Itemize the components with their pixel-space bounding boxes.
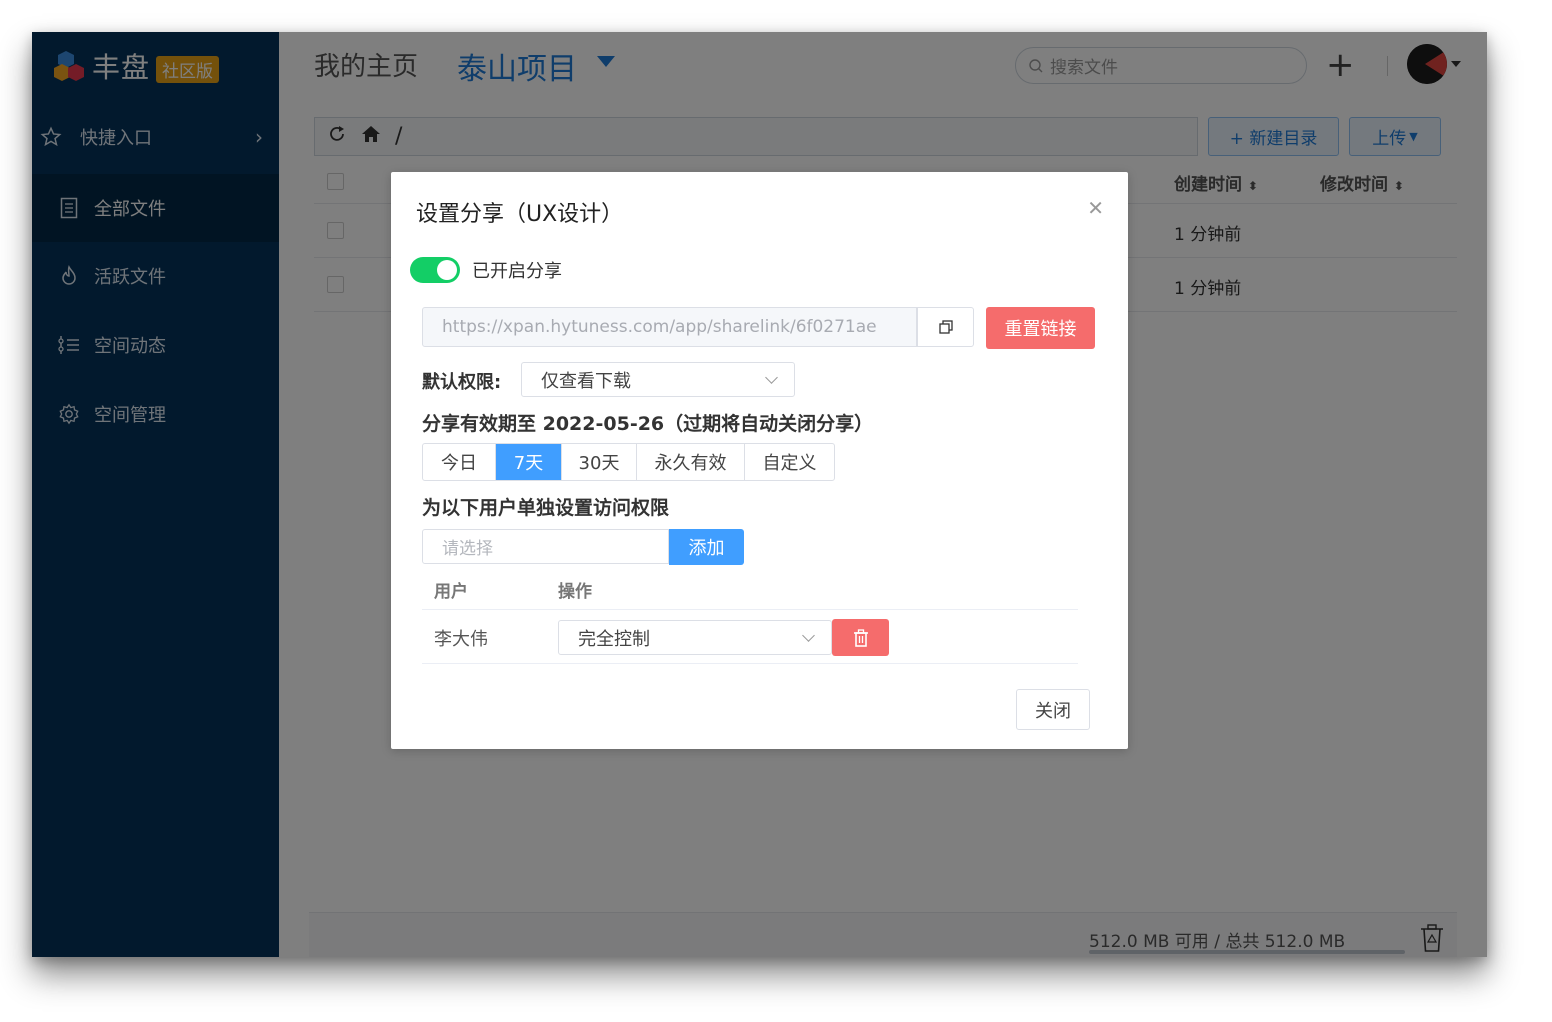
user-permission-select[interactable]: 完全控制 bbox=[558, 620, 832, 655]
action-column-header: 操作 bbox=[558, 582, 592, 602]
close-button[interactable]: 关闭 bbox=[1016, 689, 1090, 730]
chevron-down-icon bbox=[802, 629, 815, 642]
delete-user-button[interactable] bbox=[832, 619, 889, 656]
dialog-title: 设置分享（UX设计） bbox=[416, 202, 624, 227]
user-column-header: 用户 bbox=[434, 582, 468, 602]
share-toggle-label: 已开启分享 bbox=[472, 261, 562, 282]
default-permission-value: 仅查看下载 bbox=[541, 370, 631, 392]
user-permission-value: 完全控制 bbox=[578, 628, 650, 650]
share-link: https://xpan.hytuness.com/app/sharelink/… bbox=[442, 317, 877, 337]
chevron-down-icon bbox=[765, 371, 778, 384]
user-select[interactable]: 请选择 bbox=[422, 529, 669, 564]
share-link-field[interactable]: https://xpan.hytuness.com/app/sharelink/… bbox=[422, 307, 917, 347]
duration-selector: 今日 7天 30天 永久有效 自定义 bbox=[422, 443, 835, 481]
duration-option-custom[interactable]: 自定义 bbox=[745, 444, 834, 480]
duration-option-today[interactable]: 今日 bbox=[423, 444, 496, 480]
close-icon[interactable]: ✕ bbox=[1087, 196, 1104, 220]
default-permission-select[interactable]: 仅查看下载 bbox=[521, 362, 795, 397]
duration-option-forever[interactable]: 永久有效 bbox=[637, 444, 745, 480]
toggle-knob bbox=[437, 260, 457, 280]
expiry-text: 分享有效期至 2022-05-26（过期将自动关闭分享） bbox=[422, 413, 874, 435]
user-name: 李大伟 bbox=[434, 629, 488, 650]
add-user-button[interactable]: 添加 bbox=[669, 529, 744, 565]
share-dialog: 设置分享（UX设计） ✕ 已开启分享 https://xpan.hytuness… bbox=[391, 172, 1128, 749]
user-table-header: 用户 操作 bbox=[422, 565, 1078, 610]
user-permission-title: 为以下用户单独设置访问权限 bbox=[422, 497, 670, 519]
table-row: 李大伟 完全控制 bbox=[422, 610, 1078, 664]
share-toggle[interactable] bbox=[410, 257, 460, 283]
trash-icon bbox=[853, 628, 868, 647]
user-select-placeholder: 请选择 bbox=[442, 539, 493, 559]
default-permission-label: 默认权限: bbox=[422, 372, 502, 393]
copy-link-button[interactable] bbox=[917, 307, 974, 347]
copy-icon bbox=[938, 320, 953, 334]
duration-option-30d[interactable]: 30天 bbox=[562, 444, 637, 480]
reset-link-button[interactable]: 重置链接 bbox=[986, 307, 1095, 349]
app-window: 丰盘 社区版 快捷入口 › 全部文件 活跃文件 空间动态 bbox=[32, 32, 1487, 957]
duration-option-7d[interactable]: 7天 bbox=[496, 444, 562, 480]
